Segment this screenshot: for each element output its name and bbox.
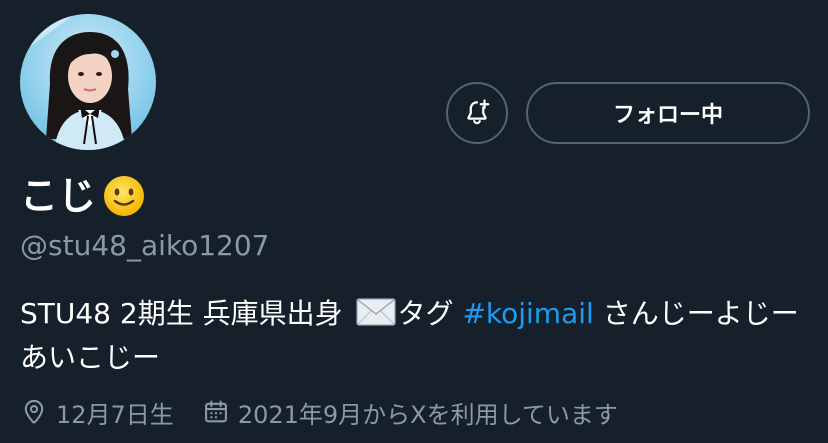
location-pin-icon: [24, 399, 44, 424]
user-handle: @stu48_aiko1207: [20, 229, 270, 262]
profile-meta: 12月7日生 2021年9月からXを利用しています: [20, 392, 618, 432]
avatar-image: [20, 14, 156, 150]
hashtag-link[interactable]: #kojimail: [462, 297, 593, 330]
slightly-smiling-face-icon: [104, 176, 145, 216]
joined-item: 2021年9月からXを利用しています: [202, 395, 618, 430]
bio-text-mid: タグ: [397, 297, 463, 330]
envelope-icon: [355, 298, 396, 326]
bell-plus-icon: [467, 99, 490, 125]
avatar[interactable]: [18, 12, 158, 152]
calendar-icon: [204, 400, 227, 423]
joined-text: 2021年9月からXを利用しています: [237, 400, 618, 429]
following-button[interactable]: フォロー中: [526, 82, 810, 144]
display-name-row: こじ: [20, 172, 146, 220]
notification-toggle-button[interactable]: [446, 82, 508, 144]
profile-bio: STU48 2期生 兵庫県出身 タグ #kojimail さんじーよじーあいこじ…: [20, 292, 820, 380]
display-name: こじ: [20, 174, 97, 218]
profile-header: フォロー中 こじ @stu48_aiko1207 STU48 2期生 兵庫県出身…: [0, 0, 828, 443]
birthday-item: 12月7日生: [20, 395, 174, 430]
birthday-text: 12月7日生: [56, 400, 174, 429]
bio-text-before: STU48 2期生 兵庫県出身: [20, 297, 352, 330]
